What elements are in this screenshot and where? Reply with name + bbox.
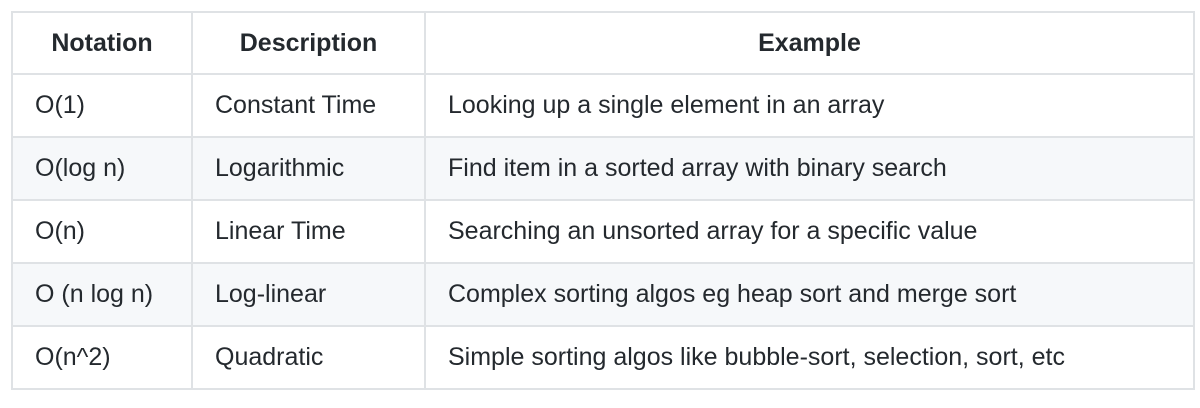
header-row: Notation Description Example bbox=[11, 11, 1195, 75]
description-cell: Log-linear bbox=[191, 262, 426, 327]
table-body: O(1) Constant Time Looking up a single e… bbox=[11, 73, 1195, 390]
notation-cell: O(n) bbox=[11, 199, 193, 264]
example-cell: Find item in a sorted array with binary … bbox=[424, 136, 1195, 201]
notation-cell: O(log n) bbox=[11, 136, 193, 201]
header-notation: Notation bbox=[11, 11, 193, 75]
big-o-table: Notation Description Example O(1) Consta… bbox=[11, 11, 1195, 390]
table-header: Notation Description Example bbox=[11, 11, 1195, 75]
example-cell: Simple sorting algos like bubble-sort, s… bbox=[424, 325, 1195, 390]
example-cell: Searching an unsorted array for a specif… bbox=[424, 199, 1195, 264]
description-cell: Constant Time bbox=[191, 73, 426, 138]
description-cell: Quadratic bbox=[191, 325, 426, 390]
header-description: Description bbox=[191, 11, 426, 75]
table-row: O(n^2) Quadratic Simple sorting algos li… bbox=[11, 325, 1195, 390]
notation-cell: O (n log n) bbox=[11, 262, 193, 327]
table-row: O (n log n) Log-linear Complex sorting a… bbox=[11, 262, 1195, 327]
table-row: O(n) Linear Time Searching an unsorted a… bbox=[11, 199, 1195, 264]
table-row: O(log n) Logarithmic Find item in a sort… bbox=[11, 136, 1195, 201]
example-cell: Looking up a single element in an array bbox=[424, 73, 1195, 138]
example-cell: Complex sorting algos eg heap sort and m… bbox=[424, 262, 1195, 327]
description-cell: Linear Time bbox=[191, 199, 426, 264]
table-row: O(1) Constant Time Looking up a single e… bbox=[11, 73, 1195, 138]
description-cell: Logarithmic bbox=[191, 136, 426, 201]
notation-cell: O(1) bbox=[11, 73, 193, 138]
notation-cell: O(n^2) bbox=[11, 325, 193, 390]
header-example: Example bbox=[424, 11, 1195, 75]
